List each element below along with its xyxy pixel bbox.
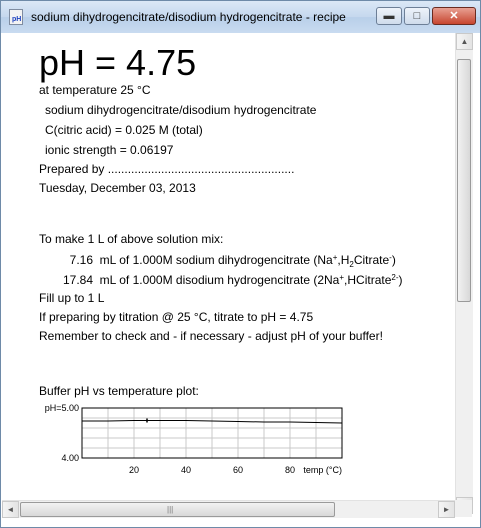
resize-grip[interactable] xyxy=(455,500,472,517)
component-1-tail: Citrate xyxy=(353,253,390,267)
component-2: 17.84 mL of 1.000M disodium hydrogencitr… xyxy=(39,271,403,287)
y-tick-label: 4.00 xyxy=(61,453,79,463)
component-2-close: ) xyxy=(398,273,403,287)
component-1-amount: 7.16 xyxy=(69,253,93,267)
recipe-content: pH = 4.75 at temperature 25 °C sodium di… xyxy=(2,33,455,514)
maximize-icon: □ xyxy=(413,10,421,22)
x-tick-label: 80 xyxy=(285,465,295,475)
ph-app-icon[interactable]: pH xyxy=(9,9,23,25)
y-tick-label: pH=5.00 xyxy=(45,403,79,413)
scroll-up-button[interactable]: ▲ xyxy=(456,33,473,50)
buffer-name: sodium dihydrogencitrate/disodium hydrog… xyxy=(45,103,317,117)
concentration-text: C(citric acid) = 0.025 M (total) xyxy=(45,123,203,137)
ph-temperature-chart: pH=5.00 4.00 20 40 60 80 temp (°C) xyxy=(45,403,343,475)
x-tick-label: 20 xyxy=(129,465,139,475)
reminder-text: Remember to check and - if necessary - a… xyxy=(39,329,383,343)
make-intro: To make 1 L of above solution mix: xyxy=(39,232,224,246)
window-title: sodium dihydrogencitrate/disodium hydrog… xyxy=(31,10,346,24)
scroll-right-button[interactable]: ► xyxy=(438,501,455,518)
component-2-amount: 17.84 xyxy=(62,273,93,287)
component-2-mid: ,HCitrate xyxy=(344,273,392,287)
scroll-right-arrow-icon: ► xyxy=(442,505,451,514)
title-bar[interactable]: pH sodium dihydrogencitrate/disodium hyd… xyxy=(1,1,480,33)
vertical-scroll-thumb[interactable] xyxy=(457,59,471,302)
component-1-close: ) xyxy=(391,253,396,267)
component-2-sup2: 2- xyxy=(391,273,399,282)
ph-heading: pH = 4.75 xyxy=(39,42,197,83)
app-icon-text: pH xyxy=(12,16,22,23)
recipe-window: pH sodium dihydrogencitrate/disodium hyd… xyxy=(0,0,481,528)
scroll-left-button[interactable]: ◄ xyxy=(2,501,19,518)
fill-up-text: Fill up to 1 L xyxy=(39,291,105,305)
prepared-by-text: Prepared by ............................… xyxy=(39,162,295,176)
scroll-grip-icon: ||| xyxy=(167,505,174,514)
component-1-mid: ,H xyxy=(337,253,350,267)
plot-title: Buffer pH vs temperature plot: xyxy=(39,384,199,398)
x-axis-label: temp (°C) xyxy=(303,465,342,475)
vertical-scrollbar[interactable]: ▲ ▼ xyxy=(455,33,473,514)
scroll-up-arrow-icon: ▲ xyxy=(460,37,469,46)
horizontal-scroll-thumb[interactable]: ||| xyxy=(20,502,335,517)
component-2-text: mL of 1.000M disodium hydrogencitrate (2… xyxy=(99,273,340,287)
ionic-strength-text: ionic strength = 0.06197 xyxy=(45,143,174,157)
component-1-text: mL of 1.000M sodium dihydrogencitrate (N… xyxy=(99,253,333,267)
scroll-left-arrow-icon: ◄ xyxy=(6,505,15,514)
close-button[interactable]: ✕ xyxy=(432,7,476,25)
x-tick-label: 40 xyxy=(181,465,191,475)
component-1: 7.16 mL of 1.000M sodium dihydrogencitra… xyxy=(39,251,396,272)
x-tick-label: 60 xyxy=(233,465,243,475)
minimize-icon: ▬ xyxy=(383,10,395,22)
horizontal-scrollbar[interactable]: ◄ ||| ► xyxy=(2,500,455,518)
maximize-button[interactable]: □ xyxy=(404,7,430,25)
minimize-button[interactable]: ▬ xyxy=(376,7,402,25)
date-text: Tuesday, December 03, 2013 xyxy=(39,181,196,195)
temperature-text: at temperature 25 °C xyxy=(39,83,151,97)
close-icon: ✕ xyxy=(449,10,459,22)
titration-text: If preparing by titration @ 25 °C, titra… xyxy=(39,310,314,324)
